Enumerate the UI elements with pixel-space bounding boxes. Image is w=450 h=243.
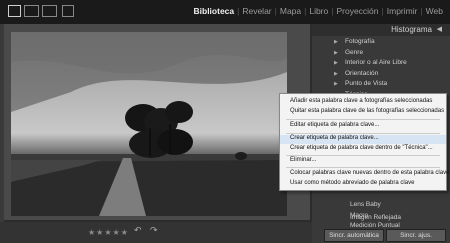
menu-separator	[286, 119, 440, 120]
keyword-row[interactable]: ▶ Interior o al Aire Libre	[320, 59, 444, 70]
menu-item-delete[interactable]: Eliminar...	[290, 157, 316, 163]
keyword-row[interactable]: Lens Baby	[320, 201, 444, 212]
sync-settings-button[interactable]: Sincr. ajus.	[386, 229, 446, 242]
keyword-row[interactable]: Macro	[320, 212, 444, 223]
keyword-list: ▶ Fotografía ▶ Genre ▶ Interior o al Aire L…	[320, 38, 444, 101]
disclosure-triangle-icon[interactable]: ▶	[334, 50, 338, 56]
keyword-row[interactable]: ▶ Fotografía	[320, 38, 444, 49]
menu-item-use-as-shortcut[interactable]: Usar como método abreviado de palabra cl…	[290, 180, 414, 186]
module-imprimir[interactable]: Imprimir	[384, 6, 421, 16]
rotate-left-icon[interactable]: ↶	[134, 226, 142, 236]
menu-separator	[286, 167, 440, 168]
context-menu: Añadir esta palabra clave a fotografías …	[279, 93, 449, 191]
keyword-row[interactable]: ▶ Genre	[320, 49, 444, 60]
menu-item-create-keyword-inside[interactable]: Crear etiqueta de palabra clave dentro d…	[290, 145, 433, 151]
flag-button[interactable]	[62, 5, 74, 17]
compare-view-button[interactable]	[42, 5, 57, 17]
photo-landscape	[11, 32, 287, 216]
keyword-row[interactable]: ▶ Orientación	[320, 70, 444, 81]
grid-view-button[interactable]	[24, 5, 39, 17]
menu-item-add-keyword[interactable]: Añadir esta palabra clave a fotografías …	[290, 98, 432, 104]
disclosure-triangle-icon[interactable]: ▶	[334, 60, 338, 66]
photo[interactable]	[11, 32, 287, 216]
menu-separator	[286, 133, 440, 134]
loupe-view-button[interactable]	[8, 5, 21, 17]
module-mapa[interactable]: Mapa	[277, 6, 304, 16]
module-libro[interactable]: Libro	[306, 6, 331, 16]
keyword-row[interactable]: ▶ Punto de Vista	[320, 80, 444, 91]
rotate-right-icon[interactable]: ↷	[150, 226, 158, 236]
sync-auto-button[interactable]: Sincr. automática	[324, 229, 384, 242]
disclosure-triangle-icon[interactable]: ▶	[334, 71, 338, 77]
module-picker: Biblioteca | Revelar | Mapa | Libro | Proyec…	[191, 6, 447, 16]
menu-item-remove-keyword[interactable]: Quitar esta palabra clave de las fotogra…	[290, 108, 444, 114]
module-biblioteca[interactable]: Biblioteca	[191, 6, 238, 16]
menu-separator	[286, 155, 440, 156]
keyword-sublist-lower: Lens Baby Macro Medición Puntual	[320, 201, 444, 233]
menu-item-put-new-keywords-inside[interactable]: Colocar palabras clave nuevas dentro de …	[290, 170, 449, 176]
histogram-header[interactable]: Histograma ◀	[312, 24, 450, 36]
star-rating[interactable]: ★★★★★	[88, 228, 129, 237]
module-web[interactable]: Web	[423, 6, 446, 16]
histogram-title: Histograma	[391, 25, 432, 34]
disclosure-triangle-icon[interactable]: ▶	[334, 39, 338, 45]
module-revelar[interactable]: Revelar	[239, 6, 274, 16]
module-proyeccion[interactable]: Proyección	[333, 6, 381, 16]
menu-item-edit-keyword-tag[interactable]: Editar etiqueta de palabra clave...	[290, 122, 379, 128]
collapse-triangle-icon[interactable]: ◀	[437, 25, 442, 33]
menu-item-create-keyword-tag[interactable]: Crear etiqueta de palabra clave...	[280, 135, 446, 144]
disclosure-triangle-icon[interactable]: ▶	[334, 81, 338, 87]
